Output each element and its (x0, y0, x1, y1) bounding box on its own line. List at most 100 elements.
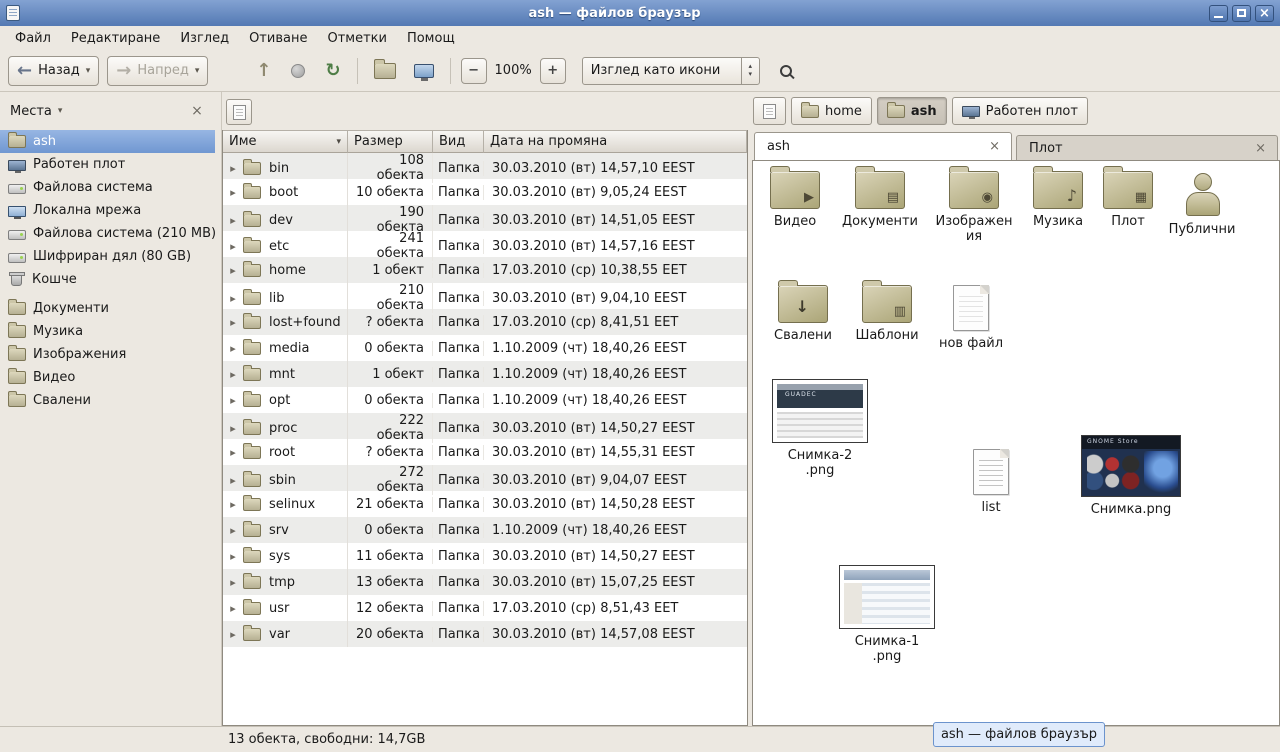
table-row[interactable]: ▸ sbin 272 обекта Папка 30.03.2010 (вт) … (223, 465, 747, 491)
menu-item[interactable]: Файл (6, 28, 60, 49)
minimize-button[interactable] (1209, 5, 1228, 22)
expander-icon[interactable]: ▸ (223, 292, 243, 305)
breadcrumb-button[interactable]: Работен плот (952, 97, 1088, 125)
home-button[interactable] (368, 56, 402, 86)
file-icon-item[interactable]: Музика (1025, 171, 1091, 229)
stop-button[interactable] (285, 56, 311, 86)
sidebar-item[interactable]: Шифриран дял (80 GB) (0, 245, 215, 268)
table-row[interactable]: ▸ media 0 обекта Папка 1.10.2009 (чт) 18… (223, 335, 747, 361)
sidebar-item[interactable]: Свалени (0, 389, 215, 412)
file-icon-item[interactable]: Изображения (931, 171, 1017, 244)
sidebar-item[interactable]: Файлова система (0, 176, 215, 199)
expander-icon[interactable]: ▸ (223, 628, 243, 641)
path-edit-button[interactable] (753, 97, 786, 125)
forward-button[interactable]: → Напред ▾ (107, 56, 208, 86)
file-icon-item[interactable]: Снимка-1.png (835, 565, 939, 664)
tab[interactable]: ash × (754, 132, 1012, 160)
expander-icon[interactable]: ▸ (223, 394, 243, 407)
expander-icon[interactable]: ▸ (223, 240, 243, 253)
menu-item[interactable]: Редактиране (62, 28, 169, 49)
back-button[interactable]: ← Назад ▾ (8, 56, 99, 86)
titlebar[interactable]: ash — файлов браузър × (0, 0, 1280, 26)
table-row[interactable]: ▸ bin 108 обекта Папка 30.03.2010 (вт) 1… (223, 153, 747, 179)
sidebar-item[interactable]: Файлова система (210 MB) (0, 222, 215, 245)
maximize-button[interactable] (1232, 5, 1251, 22)
up-button[interactable]: ↑ (250, 56, 277, 86)
zoom-out-button[interactable]: − (461, 58, 487, 84)
table-row[interactable]: ▸ proc 222 обекта Папка 30.03.2010 (вт) … (223, 413, 747, 439)
expander-icon[interactable]: ▸ (223, 446, 243, 459)
expander-icon[interactable]: ▸ (223, 550, 243, 563)
file-icon-item[interactable]: list (959, 449, 1023, 515)
expander-icon[interactable]: ▸ (223, 498, 243, 511)
file-icon-item[interactable]: Снимка.png (1079, 435, 1183, 517)
view-mode-spinner[interactable]: ▴ ▾ (741, 58, 759, 84)
view-mode-select[interactable]: Изглед като икони ▴ ▾ (582, 57, 760, 85)
pane-splitter[interactable] (215, 92, 222, 726)
expander-icon[interactable]: ▸ (223, 576, 243, 589)
file-icon-item[interactable]: Публични (1163, 171, 1241, 237)
table-row[interactable]: ▸ boot 10 обекта Папка 30.03.2010 (вт) 9… (223, 179, 747, 205)
menu-item[interactable]: Помощ (398, 28, 464, 49)
menu-item[interactable]: Изглед (171, 28, 238, 49)
expander-icon[interactable]: ▸ (223, 264, 243, 277)
reload-button[interactable]: ↻ (319, 56, 346, 86)
breadcrumb-button[interactable]: ash (877, 97, 947, 125)
back-dropdown-icon[interactable]: ▾ (86, 66, 91, 76)
sidebar-item[interactable]: Документи (0, 297, 215, 320)
table-row[interactable]: ▸ mnt 1 обект Папка 1.10.2009 (чт) 18,40… (223, 361, 747, 387)
expander-icon[interactable]: ▸ (223, 316, 243, 329)
column-header-name[interactable]: Име ▾ (223, 130, 348, 153)
file-icon-item[interactable]: Плот (1097, 171, 1159, 229)
table-row[interactable]: ▸ root ? обекта Папка 30.03.2010 (вт) 14… (223, 439, 747, 465)
table-row[interactable]: ▸ dev 190 обекта Папка 30.03.2010 (вт) 1… (223, 205, 747, 231)
table-row[interactable]: ▸ lost+found ? обекта Папка 17.03.2010 (… (223, 309, 747, 335)
file-icon-item[interactable]: Свалени (767, 285, 839, 343)
expander-icon[interactable]: ▸ (223, 368, 243, 381)
file-icon-item[interactable]: Шаблони (851, 285, 923, 343)
table-row[interactable]: ▸ selinux 21 обекта Папка 30.03.2010 (вт… (223, 491, 747, 517)
expander-icon[interactable]: ▸ (223, 162, 243, 175)
table-row[interactable]: ▸ home 1 обект Папка 17.03.2010 (ср) 10,… (223, 257, 747, 283)
menu-item[interactable]: Отиване (240, 28, 316, 49)
sidebar-mode-dropdown-icon[interactable]: ▾ (58, 106, 63, 116)
column-header-type[interactable]: Вид (433, 130, 484, 153)
column-header-date[interactable]: Дата на промяна (484, 130, 747, 153)
breadcrumb-button[interactable]: home (791, 97, 872, 125)
table-row[interactable]: ▸ opt 0 обекта Папка 1.10.2009 (чт) 18,4… (223, 387, 747, 413)
tab[interactable]: Плот × (1016, 135, 1278, 160)
table-row[interactable]: ▸ usr 12 обекта Папка 17.03.2010 (ср) 8,… (223, 595, 747, 621)
close-button[interactable]: × (1255, 5, 1274, 22)
location-bar-toggle-button[interactable] (226, 99, 252, 125)
sidebar-item[interactable]: Кошче (0, 268, 215, 291)
sidebar-close-icon[interactable]: × (189, 103, 205, 119)
expander-icon[interactable]: ▸ (223, 474, 243, 487)
file-icon-item[interactable]: Видео (759, 171, 831, 229)
sidebar-item[interactable]: ash (0, 130, 215, 153)
expander-icon[interactable]: ▸ (223, 342, 243, 355)
table-row[interactable]: ▸ var 20 обекта Папка 30.03.2010 (вт) 14… (223, 621, 747, 647)
sidebar-item[interactable]: Музика (0, 320, 215, 343)
sidebar-item[interactable]: Работен плот (0, 153, 215, 176)
expander-icon[interactable]: ▸ (223, 186, 243, 199)
search-button[interactable] (774, 56, 798, 86)
expander-icon[interactable]: ▸ (223, 602, 243, 615)
file-icon-item[interactable]: Документи (839, 171, 921, 229)
tab-close-icon[interactable]: × (986, 139, 1003, 154)
expander-icon[interactable]: ▸ (223, 422, 243, 435)
table-row[interactable]: ▸ lib 210 обекта Папка 30.03.2010 (вт) 9… (223, 283, 747, 309)
tab-close-icon[interactable]: × (1252, 141, 1269, 156)
file-icon-item[interactable]: нов файл (933, 285, 1009, 351)
table-row[interactable]: ▸ etc 241 обекта Папка 30.03.2010 (вт) 1… (223, 231, 747, 257)
table-row[interactable]: ▸ sys 11 обекта Папка 30.03.2010 (вт) 14… (223, 543, 747, 569)
menu-item[interactable]: Отметки (318, 28, 395, 49)
computer-button[interactable] (408, 56, 440, 86)
sidebar-item[interactable]: Изображения (0, 343, 215, 366)
sidebar-item[interactable]: Видео (0, 366, 215, 389)
expander-icon[interactable]: ▸ (223, 524, 243, 537)
sidebar-item[interactable]: Локална мрежа (0, 199, 215, 222)
taskbar-window-button[interactable]: ash — файлов браузър (933, 722, 1105, 747)
table-row[interactable]: ▸ tmp 13 обекта Папка 30.03.2010 (вт) 15… (223, 569, 747, 595)
column-header-size[interactable]: Размер (348, 130, 433, 153)
expander-icon[interactable]: ▸ (223, 214, 243, 227)
